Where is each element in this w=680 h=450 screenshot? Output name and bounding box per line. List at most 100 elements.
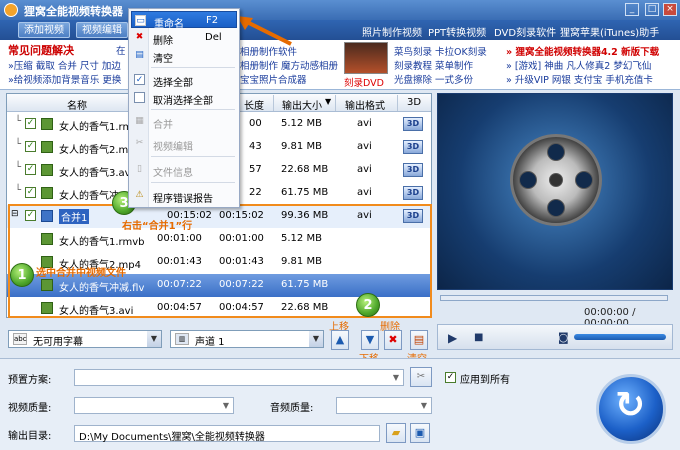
row-name: 女人的香气冲 [59, 191, 119, 202]
chevron-down-icon[interactable]: ▼ [417, 398, 431, 413]
menu-select-all[interactable]: ✓ 选择全部 [131, 71, 237, 89]
3d-icon[interactable]: 3D [403, 117, 423, 131]
faq-cut-title: 在 [116, 46, 126, 57]
video-edit-button[interactable]: 视频编辑 [76, 22, 128, 38]
menu-bar: 添加视频 视频编辑 照片制作视频 PPT转换视频 DVD刻录软件 狸窝苹果(iT… [0, 20, 680, 40]
convert-button[interactable]: ↻ [596, 374, 666, 444]
sort-down-icon[interactable]: ▼ [325, 97, 331, 106]
burn-link-3[interactable]: 光盘擦除 一式多份 [394, 72, 473, 86]
delete-button[interactable]: ✖ [384, 330, 402, 350]
row-size: 9.81 MB [281, 141, 322, 152]
menu-file-info[interactable]: ▯ 文件信息 [131, 161, 237, 179]
minimize-icon[interactable]: _ [625, 3, 639, 16]
stop-icon[interactable]: ■ [474, 332, 483, 343]
audio-track-select[interactable]: ▥ 声道 1 ▼ [170, 330, 324, 348]
merge-icon: ▦ [135, 116, 144, 126]
album-link-2[interactable]: 相册制作 魔方动感相册 [240, 58, 338, 72]
header-3d[interactable]: 3D [407, 97, 421, 108]
row-format: avi [357, 187, 372, 198]
menu-error-report[interactable]: ⚠ 程序错误报告 [131, 187, 237, 205]
menu-rename[interactable]: ▭ 重命名 F2 [131, 11, 237, 30]
rename-icon: ▭ [135, 15, 146, 26]
preset-tools-icon[interactable]: ✂ [410, 367, 432, 387]
vip-link[interactable]: » 升级VIP 网银 支付宝 手机充值卡 [506, 72, 653, 86]
video-file-icon [41, 141, 53, 153]
header-format[interactable]: 输出格式 [345, 97, 385, 112]
row-size: 22.68 MB [281, 164, 329, 175]
menu-deselect-all[interactable]: 取消选择全部 [131, 89, 237, 107]
faq-title: 常见问题解决 [8, 44, 74, 57]
3d-icon[interactable]: 3D [403, 186, 423, 200]
apply-all-checkbox[interactable]: ✓ [445, 372, 456, 383]
itunes-helper-link[interactable]: 狸窝苹果(iTunes)助手 [560, 24, 659, 39]
chevron-down-icon[interactable]: ▼ [219, 398, 233, 413]
row-format: avi [357, 118, 372, 129]
clear-button[interactable]: ▤ [410, 330, 428, 350]
audio-quality-select[interactable]: ▼ [336, 397, 432, 414]
row-checkbox[interactable]: ✓ [25, 118, 36, 129]
add-video-button[interactable]: 添加视频 [18, 22, 70, 38]
volume-slider[interactable] [574, 334, 666, 340]
chevron-down-icon[interactable]: ▼ [309, 331, 323, 347]
move-up-button[interactable]: ▲ [331, 330, 349, 350]
chevron-down-icon[interactable]: ▼ [389, 370, 403, 385]
album-link-3[interactable]: 宝宝照片合成器 [240, 72, 307, 86]
move-down-button[interactable]: ▼ [361, 330, 379, 350]
row-name: 女人的香气1.rm [59, 122, 133, 133]
audio-icon: ▥ [175, 333, 189, 345]
video-quality-select[interactable]: ▼ [74, 397, 234, 414]
dvd-burn-link[interactable]: DVD刻录软件 [494, 24, 556, 39]
seek-bar[interactable] [440, 295, 668, 301]
preset-select[interactable]: ▼ [74, 369, 404, 386]
document-icon: ▯ [137, 164, 142, 174]
row-checkbox[interactable]: ✓ [25, 187, 36, 198]
row-duration: 57 [249, 164, 262, 175]
menu-clear[interactable]: ▤ 清空 [131, 47, 237, 65]
subtitle-select[interactable]: abc 无可用字幕 ▼ [8, 330, 162, 348]
row-name: 女人的香气3.av [59, 168, 131, 179]
3d-icon[interactable]: 3D [403, 163, 423, 177]
faq-link-1[interactable]: »压缩 截取 合并 尺寸 加边 [8, 58, 121, 72]
ppt-video-link[interactable]: PPT转换视频 [428, 24, 486, 39]
header-duration[interactable]: 长度 [244, 97, 264, 112]
output-dir-field[interactable]: D:\My Documents\狸窝\全能视频转换器 [74, 425, 380, 443]
close-icon[interactable]: × [663, 3, 677, 16]
menu-merge[interactable]: ▦ 合并 [131, 113, 237, 131]
burn-link-2[interactable]: 刻录教程 菜单制作 [394, 58, 473, 72]
photo-video-link[interactable]: 照片制作视频 [362, 24, 422, 39]
dvd-promo-label[interactable]: 刻录DVD [344, 75, 384, 89]
open-folder-icon[interactable]: ▣ [410, 423, 430, 443]
maximize-icon[interactable]: □ [645, 3, 659, 16]
video-file-icon [41, 187, 53, 199]
folder-icon[interactable]: ▰ [386, 423, 406, 443]
row-checkbox[interactable]: ✓ [25, 164, 36, 175]
row-checkbox[interactable]: ✓ [25, 141, 36, 152]
faq-link-2[interactable]: »给视频添加背景音乐 更换 [8, 72, 121, 86]
dvd-promo-image[interactable] [344, 42, 388, 74]
scissors-icon: ✂ [135, 138, 144, 148]
settings-panel: 预置方案: ▼ ✂ ✓ 应用到所有 视频质量: ▼ 音频质量: ▼ 输出目录: … [0, 358, 680, 450]
header-name[interactable]: 名称 [67, 97, 87, 112]
delete-icon: ✖ [135, 32, 144, 42]
play-icon[interactable]: ▶ [448, 331, 457, 345]
preview-panel [437, 93, 673, 290]
video-file-icon [41, 164, 53, 176]
chevron-down-icon[interactable]: ▼ [147, 331, 161, 347]
game-link[interactable]: » [游戏] 神曲 凡人修真2 梦幻飞仙 [506, 58, 651, 72]
row-duration: 43 [249, 141, 262, 152]
row-format: avi [357, 141, 372, 152]
checkbox-icon: ✓ [134, 74, 145, 85]
step-1-label: 选中合并中视频文件 [36, 268, 126, 279]
empty-checkbox-icon [134, 92, 145, 103]
3d-icon[interactable]: 3D [403, 140, 423, 154]
pointer-arrow [237, 16, 292, 46]
video-file-icon [41, 118, 53, 130]
snapshot-icon[interactable]: ◙ [558, 331, 569, 344]
warning-icon: ⚠ [135, 190, 144, 200]
menu-video-edit[interactable]: ✂ 视频编辑 [131, 135, 237, 153]
burn-link-1[interactable]: 菜鸟刻录 卡拉OK刻录 [394, 44, 487, 58]
subtitle-icon: abc [13, 333, 27, 345]
new-version-link[interactable]: » 狸窝全能视频转换器4.2 新版下载 [506, 44, 659, 58]
menu-delete[interactable]: ✖ 删除 Del [131, 29, 237, 47]
header-size[interactable]: 输出大小 [282, 97, 322, 112]
